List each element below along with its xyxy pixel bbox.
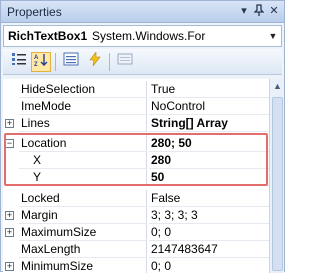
lightning-icon bbox=[89, 51, 101, 67]
property-value[interactable]: NoControl bbox=[149, 98, 269, 115]
sort-alphabetical-icon: A Z bbox=[34, 54, 48, 68]
property-row[interactable]: Locked False bbox=[3, 190, 269, 207]
property-row[interactable]: + MinimumSize 0; 0 bbox=[3, 258, 269, 273]
property-name: MaxLength bbox=[19, 241, 147, 258]
property-pages-button[interactable] bbox=[115, 52, 135, 72]
property-row[interactable]: + Lines String[] Array bbox=[3, 115, 269, 132]
property-value[interactable]: 0; 0 bbox=[149, 224, 269, 241]
property-row[interactable]: X 280 bbox=[3, 152, 269, 169]
auto-hide-pin-icon[interactable] bbox=[252, 4, 266, 20]
selected-object-name: RichTextBox1 bbox=[8, 29, 88, 43]
toolbar-separator bbox=[109, 53, 110, 71]
properties-toolbar: A Z bbox=[3, 49, 282, 75]
property-grid: HideSelection True ImeMode NoControl + L… bbox=[3, 79, 269, 273]
expand-icon[interactable]: + bbox=[5, 262, 14, 271]
title-bar: Properties ▾ ✕ bbox=[1, 1, 284, 23]
collapse-icon[interactable]: − bbox=[5, 139, 14, 148]
svg-text:A: A bbox=[34, 55, 39, 61]
property-name: Locked bbox=[19, 190, 147, 207]
property-name: Lines bbox=[19, 115, 147, 132]
alphabetical-view-button[interactable]: A Z bbox=[31, 52, 51, 72]
property-row[interactable]: + MaximumSize 0; 0 bbox=[3, 224, 269, 241]
property-value[interactable]: 50 bbox=[149, 169, 269, 186]
property-value[interactable]: False bbox=[149, 190, 269, 207]
property-name: MaximumSize bbox=[19, 224, 147, 241]
object-selector[interactable]: RichTextBox1 System.Windows.For ▼ bbox=[3, 25, 282, 47]
properties-list-icon bbox=[63, 52, 79, 66]
property-value[interactable]: 280 bbox=[149, 152, 269, 169]
events-button[interactable] bbox=[85, 51, 105, 72]
close-icon[interactable]: ✕ bbox=[267, 4, 281, 18]
property-name: Y bbox=[19, 169, 147, 186]
property-row[interactable]: MaxLength 2147483647 bbox=[3, 241, 269, 258]
property-row[interactable]: HideSelection True bbox=[3, 81, 269, 98]
property-value[interactable]: 280; 50 bbox=[149, 135, 269, 152]
svg-text:Z: Z bbox=[34, 62, 38, 67]
property-row[interactable]: ImeMode NoControl bbox=[3, 98, 269, 115]
property-value[interactable]: 0; 0 bbox=[149, 258, 269, 273]
property-name: X bbox=[19, 152, 147, 169]
expand-icon[interactable]: + bbox=[5, 211, 14, 220]
property-value[interactable]: 2147483647 bbox=[149, 241, 269, 258]
property-name: MinimumSize bbox=[19, 258, 147, 273]
property-row[interactable]: + Margin 3; 3; 3; 3 bbox=[3, 207, 269, 224]
categorized-view-button[interactable] bbox=[9, 52, 29, 72]
property-name: Location bbox=[19, 135, 147, 152]
property-row[interactable]: − Location 280; 50 bbox=[3, 135, 269, 152]
property-pages-icon bbox=[117, 53, 133, 65]
expand-icon[interactable]: + bbox=[5, 228, 14, 237]
selected-object-type: System.Windows.For bbox=[92, 29, 206, 43]
property-value[interactable]: True bbox=[149, 81, 269, 98]
categorized-icon bbox=[12, 53, 26, 65]
property-name: Margin bbox=[19, 207, 147, 224]
property-value[interactable]: String[] Array bbox=[149, 115, 269, 132]
property-row[interactable]: Y 50 bbox=[3, 169, 269, 186]
properties-button[interactable] bbox=[61, 52, 81, 72]
expand-icon[interactable]: + bbox=[5, 119, 14, 128]
scrollbar-thumb[interactable] bbox=[272, 97, 283, 271]
panel-title: Properties bbox=[7, 5, 62, 19]
property-value[interactable]: 3; 3; 3; 3 bbox=[149, 207, 269, 224]
vertical-scrollbar[interactable]: ▲ bbox=[269, 79, 284, 273]
property-name: ImeMode bbox=[19, 98, 147, 115]
chevron-down-icon[interactable]: ▼ bbox=[266, 27, 280, 45]
scroll-up-icon[interactable]: ▲ bbox=[272, 81, 283, 93]
window-position-icon[interactable]: ▾ bbox=[237, 4, 251, 18]
properties-panel: Properties ▾ ✕ RichTextBox1 System.Windo… bbox=[0, 0, 285, 273]
property-name: HideSelection bbox=[19, 81, 147, 98]
toolbar-separator bbox=[55, 53, 56, 71]
